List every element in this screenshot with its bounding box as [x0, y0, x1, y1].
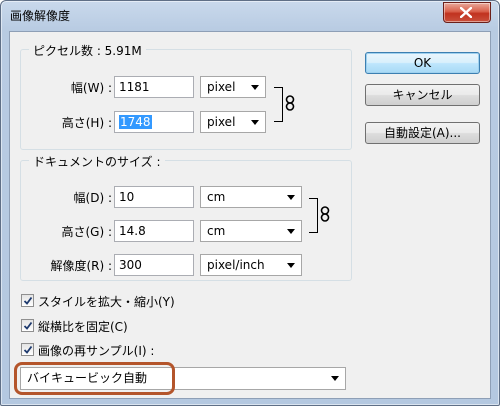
pixel-height-unit-select[interactable]: pixel	[200, 111, 266, 133]
checkmark-icon	[23, 296, 33, 305]
doc-height-unit-select[interactable]: cm	[200, 220, 302, 242]
constrain-proportions-label[interactable]: 縦横比を固定(C)	[38, 318, 128, 335]
chevron-down-icon	[287, 229, 295, 234]
pixel-height-unit-value: pixel	[207, 115, 236, 129]
doc-height-label: 高さ(G) :	[61, 225, 112, 239]
pixel-width-label: 幅(W) :	[70, 81, 112, 95]
cancel-button[interactable]: キャンセル	[365, 84, 480, 106]
auto-button[interactable]: 自動設定(A)...	[365, 122, 480, 144]
document-size-legend: ドキュメントのサイズ :	[29, 153, 165, 170]
highlight-annotation	[14, 362, 175, 395]
doc-height-input[interactable]: 14.8	[114, 220, 194, 242]
resolution-unit-select[interactable]: pixel/inch	[200, 254, 302, 276]
doc-height-unit-value: cm	[207, 224, 226, 238]
close-button[interactable]	[443, 2, 491, 23]
checkmark-icon	[23, 345, 33, 354]
pixel-dimensions-legend: ピクセル数 : 5.91M	[29, 42, 146, 59]
doc-constrain-bracket	[309, 198, 318, 233]
chevron-down-icon	[331, 376, 339, 381]
pixel-dimensions-group: ピクセル数 : 5.91M	[20, 42, 352, 150]
checkmark-icon	[23, 321, 33, 330]
resolution-unit-value: pixel/inch	[207, 258, 265, 272]
chevron-down-icon	[287, 195, 295, 200]
close-icon	[460, 7, 472, 18]
pixel-height-input[interactable]: 1748	[114, 111, 194, 133]
resolution-label: 解像度(R) :	[50, 259, 112, 273]
scale-styles-label[interactable]: スタイルを拡大・縮小(Y)	[38, 293, 175, 310]
chain-link-icon	[285, 95, 295, 111]
pixel-constrain-bracket	[274, 87, 283, 122]
doc-width-unit-select[interactable]: cm	[200, 186, 302, 208]
resample-checkbox[interactable]	[21, 343, 34, 356]
pixel-width-unit-value: pixel	[207, 80, 236, 94]
doc-width-label: 幅(D) :	[73, 191, 112, 205]
scale-styles-checkbox[interactable]	[21, 294, 34, 307]
window-title: 画像解像度	[10, 9, 71, 23]
chevron-down-icon	[251, 85, 259, 90]
constrain-proportions-checkbox[interactable]	[21, 319, 34, 332]
pixel-width-unit-select[interactable]: pixel	[200, 76, 266, 98]
resolution-input[interactable]: 300	[114, 254, 194, 276]
dialog-content: ピクセル数 : 5.91M 幅(W) : 1181 pixel 高さ(H) : …	[9, 31, 491, 399]
image-size-dialog: 画像解像度 ピクセル数 : 5.91M 幅(W) : 1181 pixel 高さ…	[0, 0, 500, 406]
doc-width-unit-value: cm	[207, 190, 226, 204]
pixel-width-input[interactable]: 1181	[114, 76, 194, 98]
pixel-height-value: 1748	[119, 115, 152, 129]
doc-width-input[interactable]: 10	[114, 186, 194, 208]
chain-link-icon	[320, 206, 330, 222]
ok-button[interactable]: OK	[365, 52, 480, 74]
title-bar[interactable]: 画像解像度	[1, 1, 499, 31]
resample-label[interactable]: 画像の再サンプル(I) :	[38, 342, 154, 359]
pixel-height-label: 高さ(H) :	[61, 116, 112, 130]
chevron-down-icon	[287, 263, 295, 268]
chevron-down-icon	[251, 120, 259, 125]
